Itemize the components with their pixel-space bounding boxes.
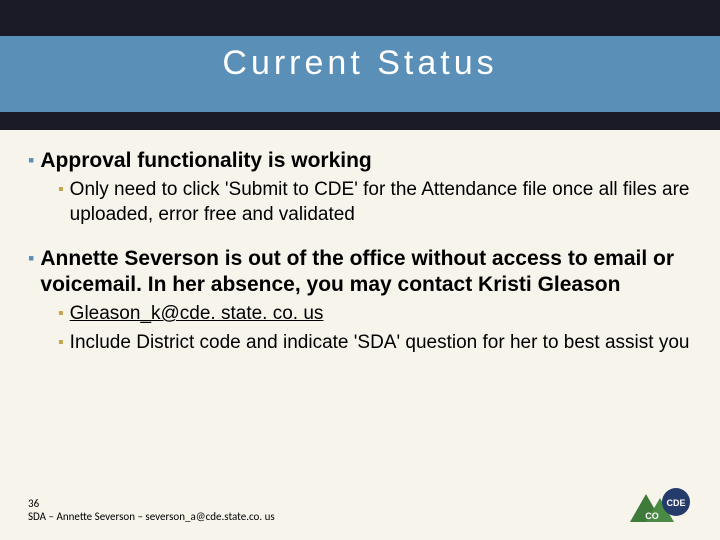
svg-text:CO: CO	[645, 511, 659, 521]
slide-body: ▪ Approval functionality is working ▪ On…	[0, 130, 720, 540]
square-bullet-icon: ▪	[28, 246, 34, 271]
sub-bullets: ▪ Gleason_k@cde. state. co. us ▪ Include…	[58, 302, 692, 355]
square-bullet-icon: ▪	[58, 331, 64, 355]
bullet-text: Annette Severson is out of the office wi…	[40, 246, 692, 299]
cde-colorado-logo-icon: CDE CO	[624, 482, 696, 530]
square-bullet-icon: ▪	[28, 148, 34, 173]
bullet-text: Approval functionality is working	[40, 148, 371, 174]
sub-bullet-text: Include District code and indicate 'SDA'…	[70, 331, 690, 356]
square-bullet-icon: ▪	[58, 178, 64, 202]
slide: Current Status ▪ Approval functionality …	[0, 0, 720, 540]
header: Current Status	[0, 0, 720, 130]
sub-bullet: ▪ Include District code and indicate 'SD…	[58, 331, 692, 356]
email-link[interactable]: Gleason_k@cde. state. co. us	[70, 302, 324, 327]
footer: 36 SDA – Annette Severson – severson_a@c…	[28, 497, 275, 525]
svg-text:CDE: CDE	[666, 498, 685, 508]
bullet-contact: ▪ Annette Severson is out of the office …	[28, 246, 692, 356]
footer-line: SDA – Annette Severson – severson_a@cde.…	[28, 510, 275, 524]
sub-bullet-text: Only need to click 'Submit to CDE' for t…	[70, 178, 692, 227]
square-bullet-icon: ▪	[58, 302, 64, 326]
page-number: 36	[28, 497, 275, 511]
sub-bullet-email: ▪ Gleason_k@cde. state. co. us	[58, 302, 692, 327]
sub-bullet: ▪ Only need to click 'Submit to CDE' for…	[58, 178, 692, 227]
sub-bullets: ▪ Only need to click 'Submit to CDE' for…	[58, 178, 692, 227]
bullet-head: ▪ Approval functionality is working	[28, 148, 692, 174]
bullet-head: ▪ Annette Severson is out of the office …	[28, 246, 692, 299]
slide-title: Current Status	[0, 44, 720, 83]
bullet-approval: ▪ Approval functionality is working ▪ On…	[28, 148, 692, 228]
